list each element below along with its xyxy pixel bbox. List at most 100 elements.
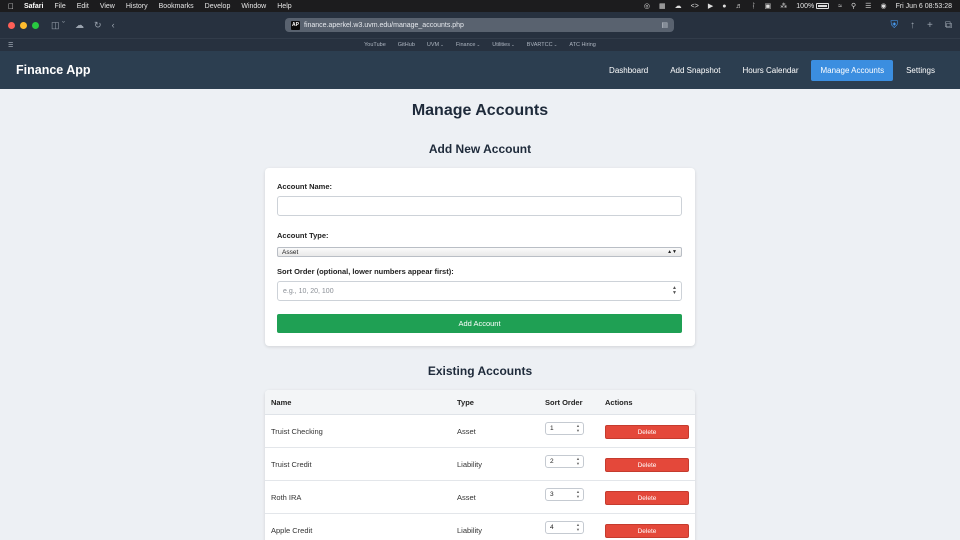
reader-mode-icon[interactable]: ▤ xyxy=(661,21,668,29)
bluetooth-icon[interactable]: ᛛ xyxy=(751,3,755,10)
menu-window[interactable]: Window xyxy=(241,3,266,10)
volume-icon[interactable]: ♬ xyxy=(735,3,742,10)
favorite-bvartcc[interactable]: BVARTCC⌄ xyxy=(527,42,558,48)
apple-menu-icon[interactable]:  xyxy=(8,2,14,11)
favorite-label: Utilities xyxy=(492,42,510,48)
code-icon[interactable]: <> xyxy=(691,3,699,10)
browser-toolbar: ◫ ˇ ☁ ↻ ‹ AP finance.aperkel.w3.uvm.edu/… xyxy=(0,12,960,38)
account-type-cell: Asset xyxy=(457,493,476,502)
siri-icon[interactable]: ◉ xyxy=(880,2,886,10)
menu-clock[interactable]: Fri Jun 6 08:53:28 xyxy=(896,3,952,10)
favorites-sidebar-icon[interactable]: ☰ xyxy=(8,42,13,49)
sort-order-stepper[interactable]: 1 ▲ ▼ xyxy=(545,422,584,435)
address-url: finance.aperkel.w3.uvm.edu/manage_accoun… xyxy=(304,21,464,29)
sidebar-toggle-icon[interactable]: ◫ ˇ xyxy=(51,20,65,31)
favorite-label: UVM xyxy=(426,42,440,48)
sort-order-stepper[interactable]: 2 ▲ ▼ xyxy=(545,455,584,468)
status-icon[interactable]: ◎ xyxy=(644,2,650,10)
account-name-input[interactable] xyxy=(277,196,682,216)
favorite-youtube[interactable]: YouTube xyxy=(364,42,386,48)
account-type-cell: Liability xyxy=(457,460,483,469)
chevron-down-icon: ⌄ xyxy=(476,42,481,47)
account-name-cell: Truist Credit xyxy=(271,460,312,469)
display-icon[interactable]: ▣ xyxy=(765,2,772,10)
header-sort-order: Sort Order xyxy=(545,398,583,407)
menu-file[interactable]: File xyxy=(54,3,65,10)
account-name-cell: Truist Checking xyxy=(271,427,323,436)
nav-add-snapshot[interactable]: Add Snapshot xyxy=(661,60,729,81)
favorite-atc-hiring[interactable]: ATC Hiring xyxy=(569,42,596,48)
accounts-table: Name Type Sort Order Actions Truist Chec… xyxy=(265,390,695,540)
new-tab-icon[interactable]: + xyxy=(927,20,933,31)
record-icon[interactable]: ● xyxy=(722,3,726,10)
nav-hours-calendar[interactable]: Hours Calendar xyxy=(733,60,807,81)
favorite-finance[interactable]: Finance⌄ xyxy=(456,42,480,48)
add-account-button[interactable]: Add Account xyxy=(277,314,682,333)
delete-button[interactable]: Delete xyxy=(605,491,689,505)
menu-history[interactable]: History xyxy=(126,3,148,10)
close-window-button[interactable] xyxy=(8,21,15,29)
app-brand[interactable]: Finance App xyxy=(16,63,91,77)
menu-edit[interactable]: Edit xyxy=(77,3,89,10)
table-row: Truist Checking Asset 1 ▲ ▼ Delete xyxy=(265,415,695,448)
menu-app-name[interactable]: Safari xyxy=(24,3,43,10)
sort-order-input[interactable] xyxy=(277,281,682,301)
delete-button[interactable]: Delete xyxy=(605,458,689,472)
favorite-label: YouTube xyxy=(364,42,386,48)
menu-help[interactable]: Help xyxy=(277,3,291,10)
account-name-label: Account Name: xyxy=(277,182,333,191)
icloud-tabs-icon[interactable]: ☁ xyxy=(75,20,84,31)
favorite-uvm[interactable]: UVM⌄ xyxy=(427,42,444,48)
stepper-arrows-icon[interactable]: ▲ ▼ xyxy=(576,522,580,532)
favorite-utilities[interactable]: Utilities⌄ xyxy=(492,42,515,48)
zoom-window-button[interactable] xyxy=(32,21,39,29)
favorite-label: ATC Hiring xyxy=(569,42,596,48)
stepper-arrows-icon[interactable]: ▲ ▼ xyxy=(576,489,580,499)
share-icon[interactable]: ↑ xyxy=(910,20,915,31)
table-header-row: Name Type Sort Order Actions xyxy=(265,390,695,415)
reload-icon[interactable]: ↻ xyxy=(94,20,102,31)
header-type: Type xyxy=(457,398,474,407)
nav-links: Dashboard Add Snapshot Hours Calendar Ma… xyxy=(600,59,944,81)
tab-overview-icon[interactable]: ⧉ xyxy=(945,20,952,31)
account-name-cell: Roth IRA xyxy=(271,493,302,502)
favorite-github[interactable]: GitHub xyxy=(398,42,415,48)
delete-button[interactable]: Delete xyxy=(605,524,689,538)
nav-dashboard[interactable]: Dashboard xyxy=(600,60,657,81)
spotlight-search-icon[interactable]: ⚲ xyxy=(851,2,856,10)
menu-develop[interactable]: Develop xyxy=(205,3,231,10)
sort-order-value: 1 xyxy=(550,425,554,432)
sort-order-stepper[interactable]: 3 ▲ ▼ xyxy=(545,488,584,501)
extension-icon[interactable]: ▦ xyxy=(659,2,666,10)
battery-indicator[interactable]: 100% xyxy=(796,2,830,10)
back-icon[interactable]: ‹ xyxy=(112,20,115,30)
menu-bookmarks[interactable]: Bookmarks xyxy=(159,3,194,10)
wifi-icon[interactable]: ≈ xyxy=(838,3,842,10)
delete-button[interactable]: Delete xyxy=(605,425,689,439)
control-center-icon[interactable]: ☰ xyxy=(865,2,871,10)
select-arrows-icon: ▲▼ xyxy=(667,249,677,255)
stepper-arrows-icon[interactable]: ▲ ▼ xyxy=(576,423,580,433)
table-row: Truist Credit Liability 2 ▲ ▼ Delete xyxy=(265,448,695,481)
nav-settings[interactable]: Settings xyxy=(897,60,944,81)
sort-order-stepper[interactable]: 4 ▲ ▼ xyxy=(545,521,584,534)
battery-percent: 100% xyxy=(796,2,815,10)
bluetooth-status-icon[interactable]: ⁂ xyxy=(780,2,787,10)
privacy-shield-icon[interactable]: ⛨ xyxy=(891,20,899,31)
table-row: Apple Credit Liability 4 ▲ ▼ Delete xyxy=(265,514,695,540)
nav-manage-accounts[interactable]: Manage Accounts xyxy=(811,59,894,81)
address-bar[interactable]: AP finance.aperkel.w3.uvm.edu/manage_acc… xyxy=(285,18,674,32)
menu-view[interactable]: View xyxy=(100,3,115,10)
account-type-select[interactable]: Asset ▲▼ xyxy=(277,247,682,257)
site-favicon: AP xyxy=(291,20,300,30)
minimize-window-button[interactable] xyxy=(20,21,27,29)
account-type-cell: Liability xyxy=(457,526,483,535)
app-navbar: Finance App Dashboard Add Snapshot Hours… xyxy=(0,51,960,89)
play-icon[interactable]: ▶ xyxy=(708,2,713,10)
stepper-arrows-icon[interactable]: ▲ ▼ xyxy=(672,286,677,296)
favorites-bar: ☰ YouTube GitHub UVM⌄ Finance⌄ Utilities… xyxy=(0,38,960,51)
stepper-arrows-icon[interactable]: ▲ ▼ xyxy=(576,456,580,466)
table-row: Roth IRA Asset 3 ▲ ▼ Delete xyxy=(265,481,695,514)
sort-order-value: 3 xyxy=(550,491,554,498)
cloud-icon[interactable]: ☁ xyxy=(675,2,682,10)
